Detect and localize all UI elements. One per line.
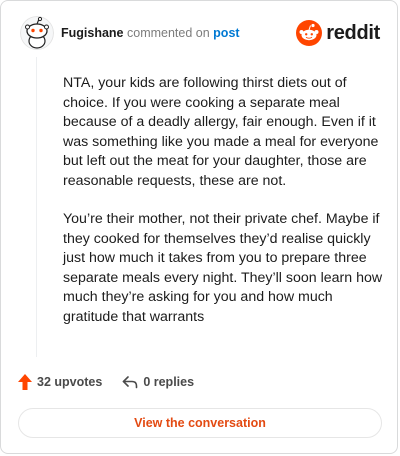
- comment-body: NTA, your kids are following thirst diet…: [63, 74, 383, 346]
- comment-card: Fugishane commented on post reddit NTA, …: [0, 0, 398, 454]
- avatar[interactable]: [20, 16, 54, 50]
- comment-header: Fugishane commented on post: [61, 26, 240, 40]
- reddit-logo[interactable]: reddit: [296, 20, 380, 46]
- reddit-logo-icon: [296, 20, 323, 46]
- post-link[interactable]: post: [213, 26, 239, 40]
- reply-icon: [123, 376, 138, 389]
- thread-line: [36, 57, 37, 357]
- upvote-icon: [18, 374, 32, 390]
- upvote-button[interactable]: 32 upvotes: [18, 374, 102, 390]
- snoo-avatar-icon: [20, 16, 54, 50]
- comment-paragraph: You’re their mother, not their private c…: [63, 211, 383, 325]
- reply-count: 0 replies: [143, 375, 195, 389]
- comment-paragraph: NTA, your kids are following thirst diet…: [63, 75, 379, 189]
- reply-button[interactable]: 0 replies: [122, 375, 194, 389]
- commented-on-text: commented on: [127, 26, 210, 40]
- view-conversation-button[interactable]: View the conversation: [18, 408, 382, 438]
- upvote-count: 32 upvotes: [37, 375, 103, 389]
- comment-actions: 32 upvotes 0 replies: [18, 374, 194, 390]
- brand-name: reddit: [326, 21, 380, 44]
- username[interactable]: Fugishane: [61, 26, 124, 40]
